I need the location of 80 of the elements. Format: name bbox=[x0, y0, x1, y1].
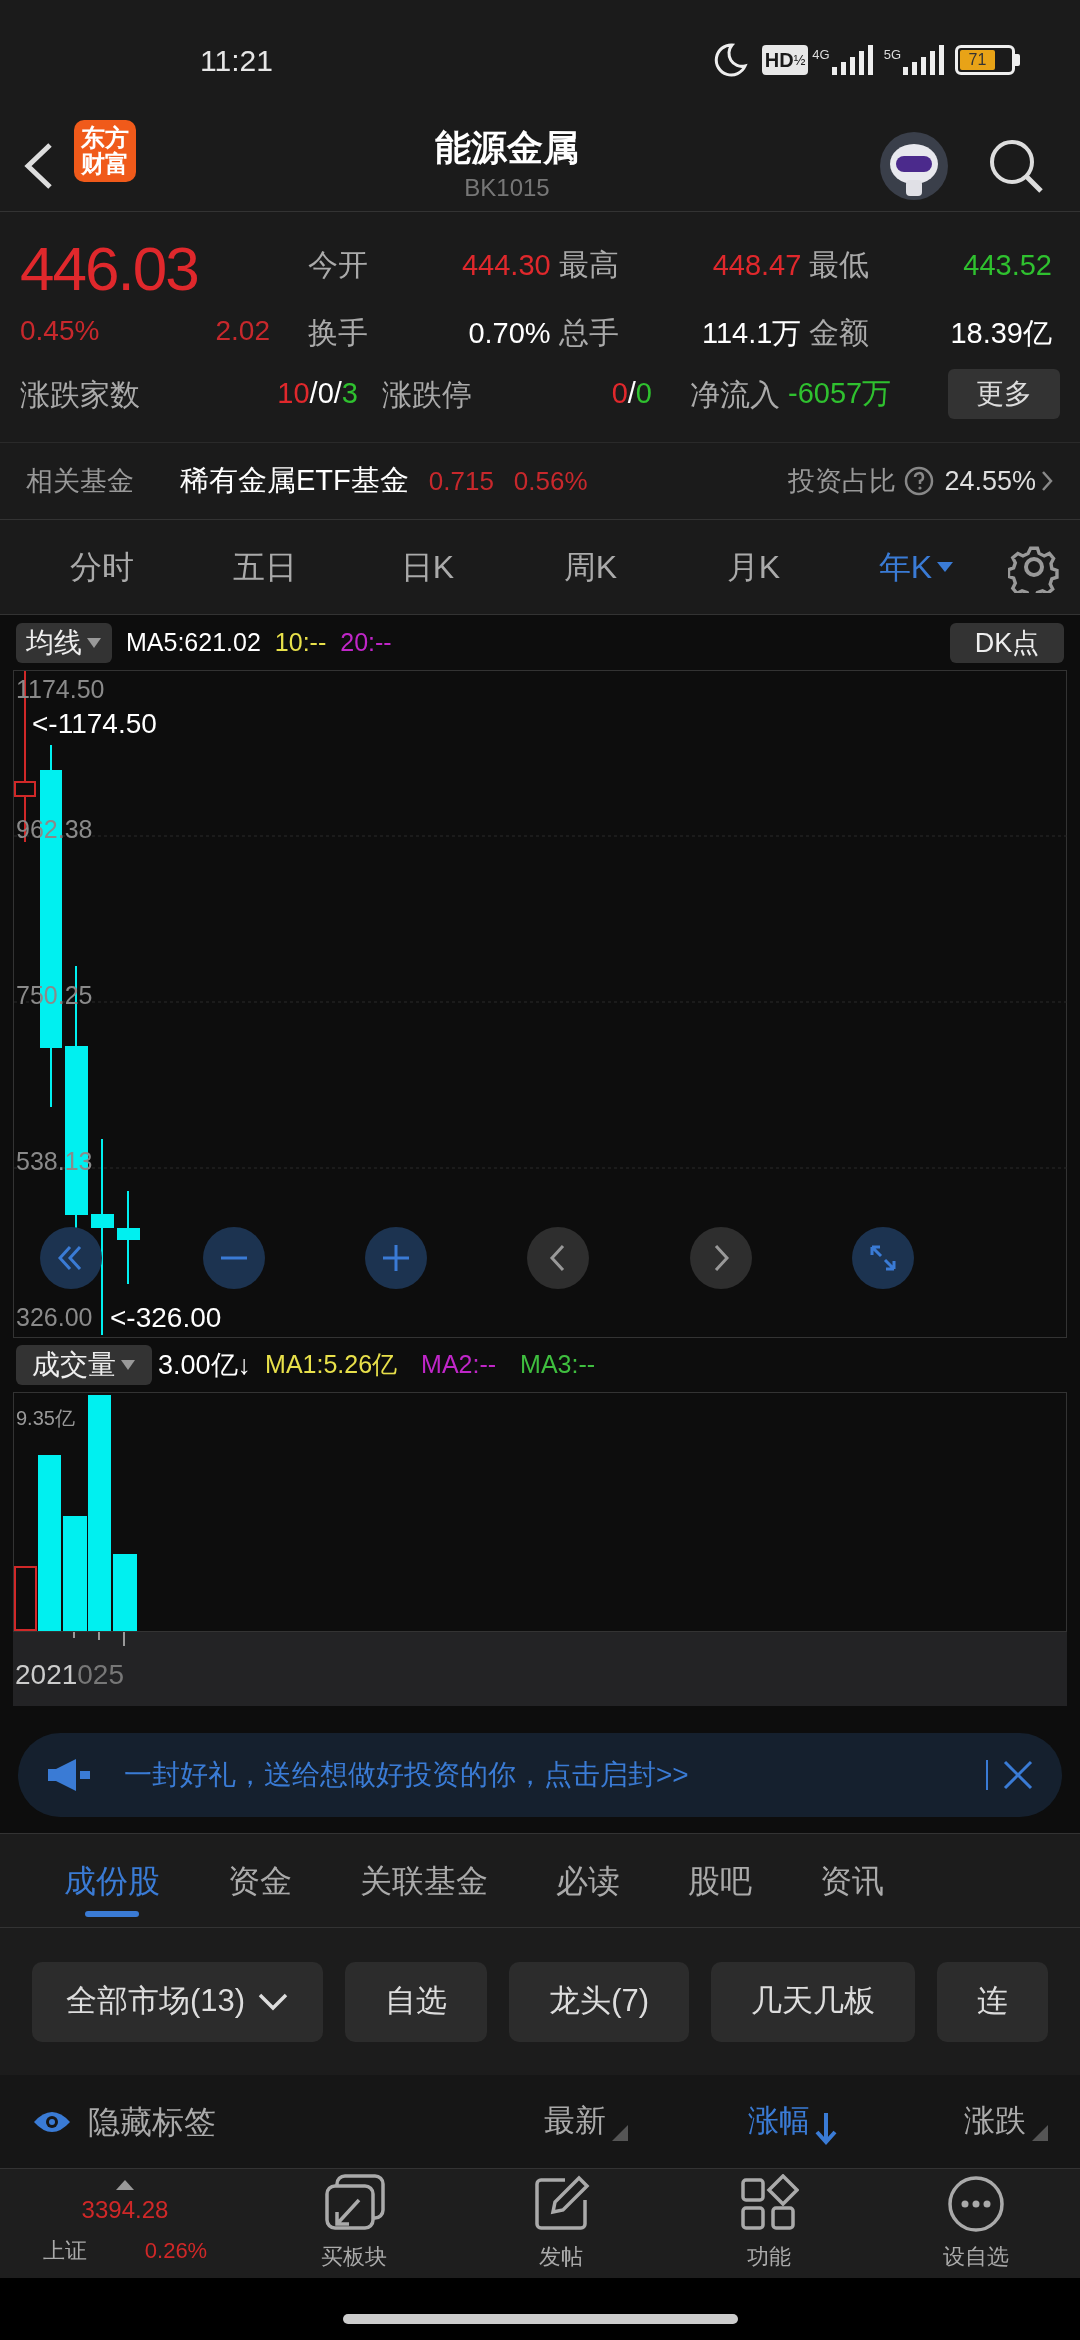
stat-label: 最低 bbox=[809, 247, 870, 283]
axis-label: 2021 bbox=[15, 1658, 78, 1692]
indicator-dropdown[interactable]: 成交量 bbox=[16, 1345, 152, 1385]
moving-average-value: 20:-- bbox=[340, 626, 392, 658]
nav-item[interactable]: 功能 bbox=[665, 2169, 873, 2278]
stat-value: 448.47 bbox=[712, 248, 802, 283]
stat-label: 总手 bbox=[558, 314, 619, 351]
stat-value: 114.1万 bbox=[701, 315, 802, 351]
network-label: 4G bbox=[812, 46, 830, 64]
section-tab[interactable]: 股吧 bbox=[654, 1834, 786, 1927]
filter-chip[interactable]: 龙头(7) bbox=[509, 1961, 690, 2042]
dk-point-button[interactable]: DK点 bbox=[950, 622, 1064, 663]
clock: 11:21 bbox=[200, 42, 273, 79]
fund-label: 相关基金 bbox=[26, 464, 134, 498]
period-tab[interactable]: 月K bbox=[672, 543, 835, 591]
moving-average-value: MA5:621.02 bbox=[126, 626, 261, 658]
limit-count: 0/0 bbox=[611, 376, 652, 412]
low-price-marker: <-326.00 bbox=[110, 1301, 222, 1335]
indicator-dropdown[interactable]: 均线 bbox=[16, 622, 112, 663]
section-tab[interactable]: 成份股 bbox=[30, 1834, 194, 1927]
logo-text: 东方财富 bbox=[80, 125, 130, 177]
moving-average-value: 10:-- bbox=[274, 626, 327, 658]
stat-value: 18.39亿 bbox=[950, 315, 1052, 351]
rise-fall-count: 10/0/3 bbox=[277, 376, 358, 412]
moving-average-value: MA1:5.26亿 bbox=[265, 1349, 398, 1381]
hd-label: HD bbox=[764, 48, 794, 73]
change-percent: 0.45% bbox=[20, 314, 100, 348]
filter-chip[interactable]: 全部市场(13) bbox=[32, 1961, 324, 2042]
page-title: 能源金属 bbox=[435, 125, 579, 170]
stat-label: 涨跌停 bbox=[382, 376, 472, 413]
sort-column-header[interactable]: 涨跌 bbox=[838, 2098, 1048, 2145]
sort-column-header[interactable]: 最新 bbox=[418, 2098, 628, 2145]
fund-price: 0.715 bbox=[428, 464, 494, 498]
stat-label: 换手 bbox=[308, 314, 368, 351]
change-value: 2.02 bbox=[215, 314, 270, 348]
ratio-label: 投资占比 bbox=[788, 464, 897, 498]
stat-label: 金额 bbox=[809, 314, 870, 351]
stat-value: 443.52 bbox=[963, 248, 1052, 283]
battery-level: 71 bbox=[968, 50, 987, 70]
more-button[interactable]: 更多 bbox=[948, 369, 1060, 419]
volume-value: 3.00亿↓ bbox=[158, 1348, 252, 1382]
section-tab[interactable]: 关联基金 bbox=[326, 1834, 522, 1927]
nav-item[interactable]: 发帖 bbox=[457, 2169, 665, 2278]
period-tab[interactable]: 周K bbox=[509, 543, 672, 591]
network-label: 5G bbox=[883, 46, 901, 64]
fund-name[interactable]: 稀有金属ETF基金 bbox=[180, 459, 409, 503]
period-tab[interactable]: 日K bbox=[346, 543, 509, 591]
nav-item[interactable]: 买板块 bbox=[250, 2169, 458, 2278]
banner-text: 一封好礼，送给想做好投资的你，点击启封>> bbox=[124, 1758, 690, 1792]
filter-chip[interactable]: 连 bbox=[937, 1961, 1049, 2042]
current-price: 446.03 bbox=[20, 234, 199, 304]
stat-value: 444.30 bbox=[461, 248, 551, 283]
stat-label: 净流入 bbox=[690, 376, 780, 413]
moving-average-value: MA2:-- bbox=[421, 1349, 497, 1381]
ratio-value: 24.55% bbox=[944, 464, 1036, 498]
period-tab[interactable]: 年K bbox=[835, 543, 998, 591]
stat-label: 最高 bbox=[558, 247, 619, 283]
axis-label: 9.35亿 bbox=[16, 1406, 75, 1431]
section-tab[interactable]: 资讯 bbox=[786, 1834, 918, 1927]
filter-chip[interactable]: 几天几板 bbox=[711, 1961, 916, 2042]
sort-column-header[interactable]: 涨幅 bbox=[628, 2098, 838, 2145]
section-tab[interactable]: 资金 bbox=[194, 1834, 326, 1927]
section-tab[interactable]: 必读 bbox=[522, 1834, 654, 1927]
sector-code: BK1015 bbox=[464, 172, 550, 203]
promo-banner[interactable]: 一封好礼，送给想做好投资的你，点击启封>> bbox=[18, 1733, 1062, 1817]
stat-value: -6057万 bbox=[788, 376, 892, 412]
filter-chip[interactable]: 自选 bbox=[345, 1961, 488, 2042]
hd-fraction: ½ bbox=[793, 50, 806, 70]
period-tab[interactable]: 分时 bbox=[20, 543, 183, 591]
axis-label: 025 bbox=[77, 1658, 124, 1692]
axis-label: 326.00 bbox=[16, 1302, 93, 1333]
nav-item[interactable]: 设自选 bbox=[872, 2169, 1080, 2278]
stat-label: 今开 bbox=[308, 247, 368, 283]
hide-tags-label[interactable]: 隐藏标签 bbox=[88, 2097, 418, 2146]
fund-change: 0.56% bbox=[513, 464, 588, 498]
period-tab[interactable]: 五日 bbox=[183, 543, 346, 591]
stat-label: 涨跌家数 bbox=[20, 376, 140, 413]
stat-value: 0.70% bbox=[468, 315, 551, 351]
index-ticker[interactable]: 3394.28 上证 0.26% bbox=[0, 2169, 250, 2278]
moving-average-value: MA3:-- bbox=[520, 1349, 596, 1381]
